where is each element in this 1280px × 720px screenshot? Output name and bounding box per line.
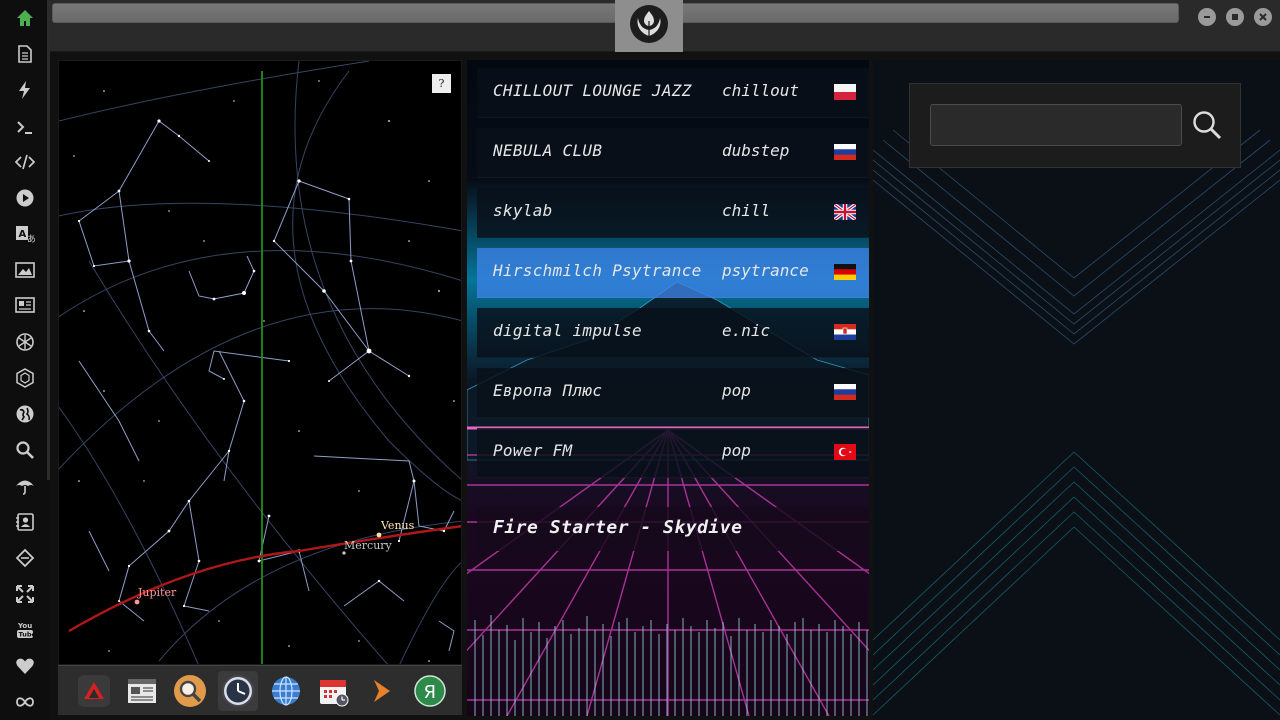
search-icon[interactable] <box>7 435 43 465</box>
infinity-icon[interactable] <box>7 687 43 717</box>
station-name: CHILLOUT LOUNGE JAZZ <box>493 81 692 100</box>
yandex-app-icon[interactable]: Я <box>410 671 450 711</box>
hexagon-icon[interactable] <box>7 363 43 393</box>
station-row[interactable]: Power FM pop <box>477 428 869 478</box>
triangle-app-icon[interactable] <box>74 671 114 711</box>
sidebar-scrollbar[interactable] <box>47 0 50 480</box>
translate-icon[interactable]: Aあ <box>7 219 43 249</box>
search-input[interactable] <box>930 104 1182 146</box>
terminal-icon[interactable] <box>7 112 43 142</box>
image-icon[interactable] <box>7 255 43 285</box>
flag-uk-icon <box>834 204 856 220</box>
search-button[interactable] <box>1190 108 1224 142</box>
station-genre: chillout <box>722 81 800 100</box>
station-name: Hirschmilch Psytrance <box>493 261 702 280</box>
close-button[interactable] <box>1254 8 1272 26</box>
globe-app-icon[interactable] <box>266 671 306 711</box>
station-genre: chill <box>722 201 771 220</box>
clock-app-icon[interactable] <box>218 671 258 711</box>
calendar-app-icon[interactable] <box>314 671 354 711</box>
right-panel <box>873 60 1280 720</box>
audio-visualizer <box>474 615 868 716</box>
station-row[interactable]: skylab chill <box>477 188 869 238</box>
yandex-app-label: Я <box>424 682 437 703</box>
flag-tr-icon <box>834 444 856 460</box>
radio-station-list: CHILLOUT LOUNGE JAZZ chillout NEBULA CLU… <box>467 60 869 716</box>
search-icon <box>1193 111 1222 140</box>
diamond-icon[interactable] <box>7 543 43 573</box>
flag-pl-icon <box>834 84 856 100</box>
now-playing-bar: Fire Starter - Skydive <box>477 507 869 551</box>
news-icon[interactable] <box>7 290 43 320</box>
news-app-icon[interactable] <box>122 671 162 711</box>
rebel-icon[interactable] <box>7 327 43 357</box>
app-dock: Я <box>58 665 462 715</box>
document-icon[interactable] <box>7 39 43 69</box>
station-name: digital impulse <box>493 321 642 340</box>
lightning-icon[interactable] <box>7 75 43 105</box>
station-genre: dubstep <box>722 141 790 160</box>
search-box <box>909 83 1241 168</box>
svg-text:あ: あ <box>27 234 35 244</box>
sidebar: Aあ You Tube <box>0 0 50 720</box>
flag-ru-icon <box>834 384 856 400</box>
now-playing-title: Fire Starter - Skydive <box>493 517 743 538</box>
logo-tab[interactable] <box>615 0 683 52</box>
heart-icon[interactable] <box>7 651 43 681</box>
help-button[interactable]: ? <box>432 74 451 93</box>
station-row[interactable]: digital impulse e.nic <box>477 308 869 358</box>
planet-label-venus: Venus <box>381 519 415 532</box>
flag-ru-icon <box>834 144 856 160</box>
arrow-app-icon[interactable] <box>362 671 402 711</box>
search-app-icon[interactable] <box>170 671 210 711</box>
station-name: Power FM <box>493 441 573 460</box>
station-genre: e.nic <box>722 321 771 340</box>
flag-de-icon <box>834 264 856 280</box>
planet-label-jupiter: Jupiter <box>138 586 177 599</box>
svg-text:A: A <box>19 229 27 240</box>
svg-text:You: You <box>17 622 32 630</box>
globe-icon[interactable] <box>7 399 43 429</box>
svg-text:Tube: Tube <box>19 631 36 639</box>
contact-icon[interactable] <box>7 507 43 537</box>
station-row[interactable]: NEBULA CLUB dubstep <box>477 128 869 178</box>
play-icon[interactable] <box>7 183 43 213</box>
station-genre: pop <box>722 441 751 460</box>
station-genre: pop <box>722 381 751 400</box>
station-genre: psytrance <box>722 261 809 280</box>
star-map[interactable]: Venus Mercury Jupiter ? <box>58 60 462 665</box>
station-row[interactable]: Европа Плюс pop <box>477 368 869 418</box>
maximize-button[interactable] <box>1226 8 1244 26</box>
minimize-button[interactable] <box>1198 8 1216 26</box>
fullscreen-icon[interactable] <box>7 579 43 609</box>
code-icon[interactable] <box>7 147 43 177</box>
station-name: Европа Плюс <box>493 381 603 400</box>
home-icon[interactable] <box>7 3 43 33</box>
umbrella-icon[interactable] <box>7 471 43 501</box>
station-row[interactable]: Hirschmilch Psytrance psytrance <box>477 248 869 298</box>
rebel-alliance-logo-icon <box>630 5 668 43</box>
station-name: skylab <box>493 201 553 220</box>
star-map-canvas <box>59 61 461 664</box>
planet-label-mercury: Mercury <box>344 539 392 552</box>
window-titlebar <box>50 0 1280 52</box>
station-row[interactable]: CHILLOUT LOUNGE JAZZ chillout <box>477 68 869 118</box>
station-name: NEBULA CLUB <box>493 141 603 160</box>
flag-hr-icon <box>834 324 856 340</box>
youtube-icon[interactable]: You Tube <box>7 615 43 645</box>
